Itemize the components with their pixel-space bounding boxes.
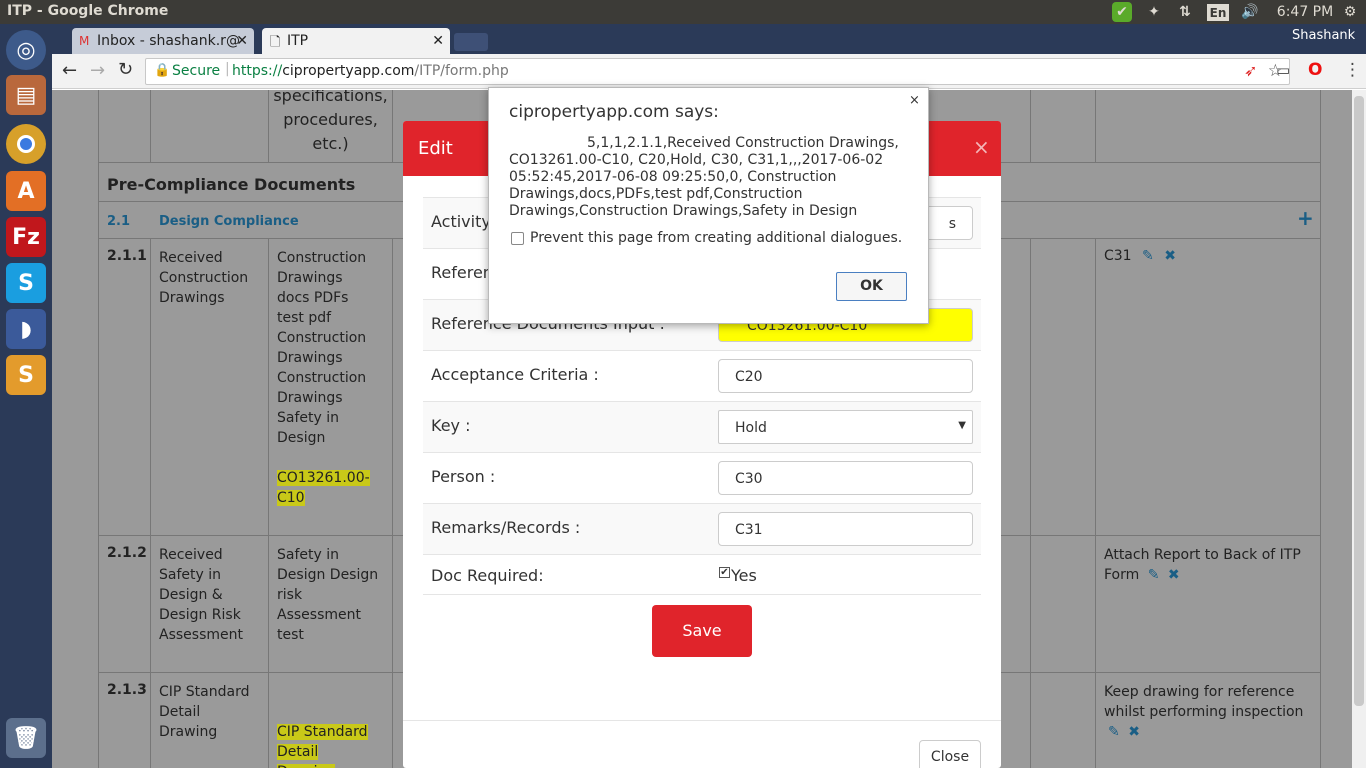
opera-extension-icon[interactable]: O <box>1308 60 1322 80</box>
files-icon[interactable]: ▤ <box>6 75 46 115</box>
close-tab-icon[interactable]: ✕ <box>432 33 444 49</box>
ok-button[interactable]: OK <box>836 272 907 301</box>
row-number: 2.1.3 <box>107 682 147 698</box>
launcher-sidebar: ◎ ▤ A Fz S ◗ S 🗑 <box>0 24 52 768</box>
software-center-icon[interactable]: A <box>6 171 46 211</box>
page-icon: 🗋 <box>270 35 281 50</box>
update-check-icon[interactable]: ✔ <box>1112 2 1132 22</box>
alert-title: cipropertyapp.com says: <box>509 102 719 122</box>
field-acceptance-criteria: Acceptance Criteria : C20 <box>423 350 981 401</box>
alert-close-icon[interactable]: × <box>909 93 920 108</box>
header-fragment: specifications, procedures, etc.) <box>273 90 388 153</box>
add-plus-icon[interactable]: + <box>1297 206 1314 230</box>
row-activity: Received Construction Drawings <box>159 250 249 306</box>
delete-x-icon[interactable]: ✖ <box>1128 724 1140 740</box>
close-tab-icon[interactable]: ✕ <box>236 33 248 49</box>
table-border <box>1320 90 1321 768</box>
row-remarks: Keep drawing for reference whilst perfor… <box>1104 684 1304 740</box>
subsection-number: 2.1 <box>107 214 131 229</box>
reload-icon[interactable]: ↻ <box>118 59 133 80</box>
delete-x-icon[interactable]: ✖ <box>1168 567 1180 583</box>
field-label: Key : <box>431 416 471 435</box>
close-button[interactable]: Close <box>919 740 981 768</box>
row-docs: Safety in Design Design risk Assessment … <box>277 547 379 643</box>
field-person: Person : C30 <box>423 452 981 503</box>
browser-tabstrip: M Inbox - shashank.r@ ✕ 🗋 ITP ✕ Shashank <box>52 24 1366 54</box>
field-doc-required: Doc Required: ✔ Yes <box>423 554 981 595</box>
doc-highlight: CO13261.00-C10 <box>277 470 370 506</box>
save-button[interactable]: Save <box>652 605 752 657</box>
chrome-icon[interactable] <box>6 124 46 164</box>
key-select[interactable]: Hold ▼ <box>718 410 973 444</box>
secure-label: Secure <box>172 63 221 79</box>
ubuntu-dash-icon[interactable]: ◎ <box>6 30 46 70</box>
person-input[interactable]: C30 <box>718 461 973 495</box>
skype-icon[interactable]: S <box>6 263 46 303</box>
subsection-name: Design Compliance <box>159 214 299 229</box>
tab-itp[interactable]: 🗋 ITP ✕ <box>262 28 450 54</box>
row-activity: Received Safety in Design & Design Risk … <box>159 547 243 643</box>
tab-inbox[interactable]: M Inbox - shashank.r@ ✕ <box>72 28 254 54</box>
lock-icon: 🔒 <box>154 63 171 78</box>
field-label: Doc Required: <box>431 566 544 585</box>
chevron-down-icon: ▼ <box>958 420 966 431</box>
trash-icon[interactable]: 🗑 <box>6 718 46 758</box>
window-title: ITP - Google Chrome <box>7 3 169 19</box>
row-activity: CIP Standard Detail Drawing <box>159 684 250 740</box>
field-label: Remarks/Records : <box>431 518 581 537</box>
alert-dialog: cipropertyapp.com says: × 5,1,1,2.1.1,Re… <box>488 87 929 324</box>
filezilla-icon[interactable]: Fz <box>6 217 46 257</box>
clock[interactable]: 6:47 PM <box>1276 2 1334 22</box>
new-tab-button[interactable] <box>454 33 488 51</box>
doc-highlight: CIP Standard Detail Drawing <box>277 724 368 768</box>
extension-bird-icon[interactable]: ➶ <box>1244 61 1257 80</box>
system-top-panel: ITP - Google Chrome ✔ ✦ ⇅ En 🔊 6:47 PM ⚙ <box>0 0 1366 24</box>
modal-footer-divider <box>403 720 1001 721</box>
volume-icon[interactable]: 🔊 <box>1238 2 1262 22</box>
back-arrow-icon[interactable]: ← <box>62 60 77 81</box>
browser-toolbar: ← → ↻ 🔒 Secure | https://cipropertyapp.c… <box>52 54 1366 89</box>
prevent-dialogs-checkbox[interactable] <box>511 232 524 245</box>
address-bar[interactable]: 🔒 Secure | https://cipropertyapp.com/ITP… <box>145 58 1290 85</box>
field-remarks-records: Remarks/Records : C31 <box>423 503 981 554</box>
gmail-icon: M <box>79 34 90 48</box>
row-number: 2.1.2 <box>107 545 147 561</box>
field-label: Person : <box>431 467 496 486</box>
modal-title: Edit <box>418 138 453 159</box>
edit-pencil-icon[interactable]: ✎ <box>1108 724 1120 740</box>
dolphin-icon[interactable]: ◗ <box>6 309 46 349</box>
sublime-text-icon[interactable]: S <box>6 355 46 395</box>
cast-icon[interactable]: ▭ <box>1276 61 1290 79</box>
separator: | <box>225 61 230 77</box>
prevent-dialogs-label[interactable]: Prevent this page from creating addition… <box>530 230 902 246</box>
row-remarks: Attach Report to Back of ITP Form ✎ ✖ <box>1104 547 1301 583</box>
acceptance-criteria-input[interactable]: C20 <box>718 359 973 393</box>
section-title: Pre-Compliance Documents <box>107 175 356 194</box>
scrollbar-thumb[interactable] <box>1354 96 1364 706</box>
power-gear-icon[interactable]: ⚙ <box>1340 2 1360 22</box>
row-docs: Construction Drawings docs PDFs test pdf… <box>277 250 370 506</box>
row-number: 2.1.1 <box>107 248 147 264</box>
row-docs: CIP Standard Detail Drawing <box>277 722 377 768</box>
keyboard-layout-indicator[interactable]: En <box>1207 4 1229 21</box>
forward-arrow-icon[interactable]: → <box>90 60 105 81</box>
remarks-records-input[interactable]: C31 <box>718 512 973 546</box>
doc-required-value: Yes <box>731 566 757 585</box>
field-label: Acceptance Criteria : <box>431 365 599 384</box>
alert-message: 5,1,1,2.1.1,Received Construction Drawin… <box>509 135 899 219</box>
field-key: Key : Hold ▼ <box>423 401 981 452</box>
edit-pencil-icon[interactable]: ✎ <box>1148 567 1160 583</box>
network-icon[interactable]: ⇅ <box>1175 2 1195 22</box>
url: https://cipropertyapp.com/ITP/form.php <box>232 63 509 79</box>
chrome-menu-icon[interactable]: ⋮ <box>1344 60 1361 80</box>
delete-x-icon[interactable]: ✖ <box>1164 248 1176 264</box>
doc-required-checkbox[interactable]: ✔ <box>719 567 730 578</box>
modal-close-icon[interactable]: × <box>973 135 990 159</box>
edit-pencil-icon[interactable]: ✎ <box>1142 248 1154 264</box>
tab-label: Inbox - shashank.r@ <box>97 33 240 49</box>
profile-name[interactable]: Shashank <box>1292 28 1355 43</box>
tab-label: ITP <box>287 33 309 49</box>
row-remarks: C31 ✎ ✖ <box>1104 248 1176 264</box>
dropbox-icon[interactable]: ✦ <box>1143 2 1165 22</box>
